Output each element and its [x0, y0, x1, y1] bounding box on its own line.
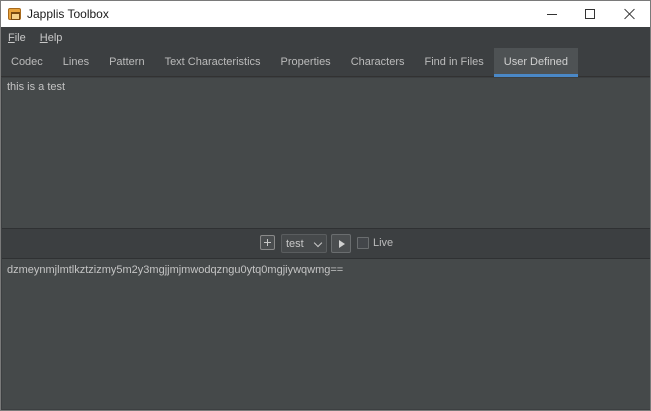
tab-codec[interactable]: Codec: [1, 48, 53, 76]
title-bar: Japplis Toolbox: [1, 1, 650, 27]
chevron-down-icon: [313, 238, 323, 248]
window-title: Japplis Toolbox: [27, 7, 109, 21]
tab-bar: Codec Lines Pattern Text Characteristics…: [1, 48, 650, 77]
menu-bar: File Help: [1, 27, 650, 48]
input-text-area[interactable]: this is a test: [2, 78, 650, 229]
app-window: Japplis Toolbox File Help Codec Lines Pa…: [0, 0, 651, 411]
toolbox-icon: [8, 8, 21, 20]
tab-properties[interactable]: Properties: [271, 48, 341, 76]
menu-file-mnemonic: F: [8, 31, 15, 44]
tab-lines[interactable]: Lines: [53, 48, 99, 76]
run-button[interactable]: [331, 234, 351, 253]
menu-help-mnemonic: H: [39, 31, 48, 44]
script-toolbar: test Live: [1, 230, 650, 258]
plus-icon: [264, 239, 271, 246]
tab-user-defined[interactable]: User Defined: [493, 48, 579, 77]
live-label[interactable]: Live: [373, 237, 393, 249]
input-text: this is a test: [7, 81, 66, 93]
tab-pattern[interactable]: Pattern: [99, 48, 154, 76]
tab-find-in-files[interactable]: Find in Files: [414, 48, 493, 76]
add-script-button[interactable]: [260, 235, 275, 250]
menu-help-label: elp: [47, 31, 63, 44]
output-text: dzmeynmjlmtlkztzizmy5m2y3mgjjmjmwodqzngu…: [7, 264, 344, 276]
live-checkbox[interactable]: [357, 237, 369, 249]
minimize-icon: [547, 13, 557, 15]
close-button[interactable]: [607, 1, 651, 27]
output-text-area[interactable]: dzmeynmjlmtlkztzizmy5m2y3mgjjmjmwodqzngu…: [2, 258, 650, 409]
script-select[interactable]: test: [281, 234, 327, 253]
maximize-icon: [585, 9, 595, 19]
script-select-value: test: [286, 237, 304, 250]
tab-text-characteristics[interactable]: Text Characteristics: [155, 48, 271, 76]
close-icon: [624, 8, 636, 20]
tab-characters[interactable]: Characters: [341, 48, 415, 76]
menu-file[interactable]: File: [1, 32, 33, 44]
menu-file-label: ile: [14, 31, 26, 44]
menu-help[interactable]: Help: [33, 32, 70, 44]
play-icon: [339, 239, 345, 248]
